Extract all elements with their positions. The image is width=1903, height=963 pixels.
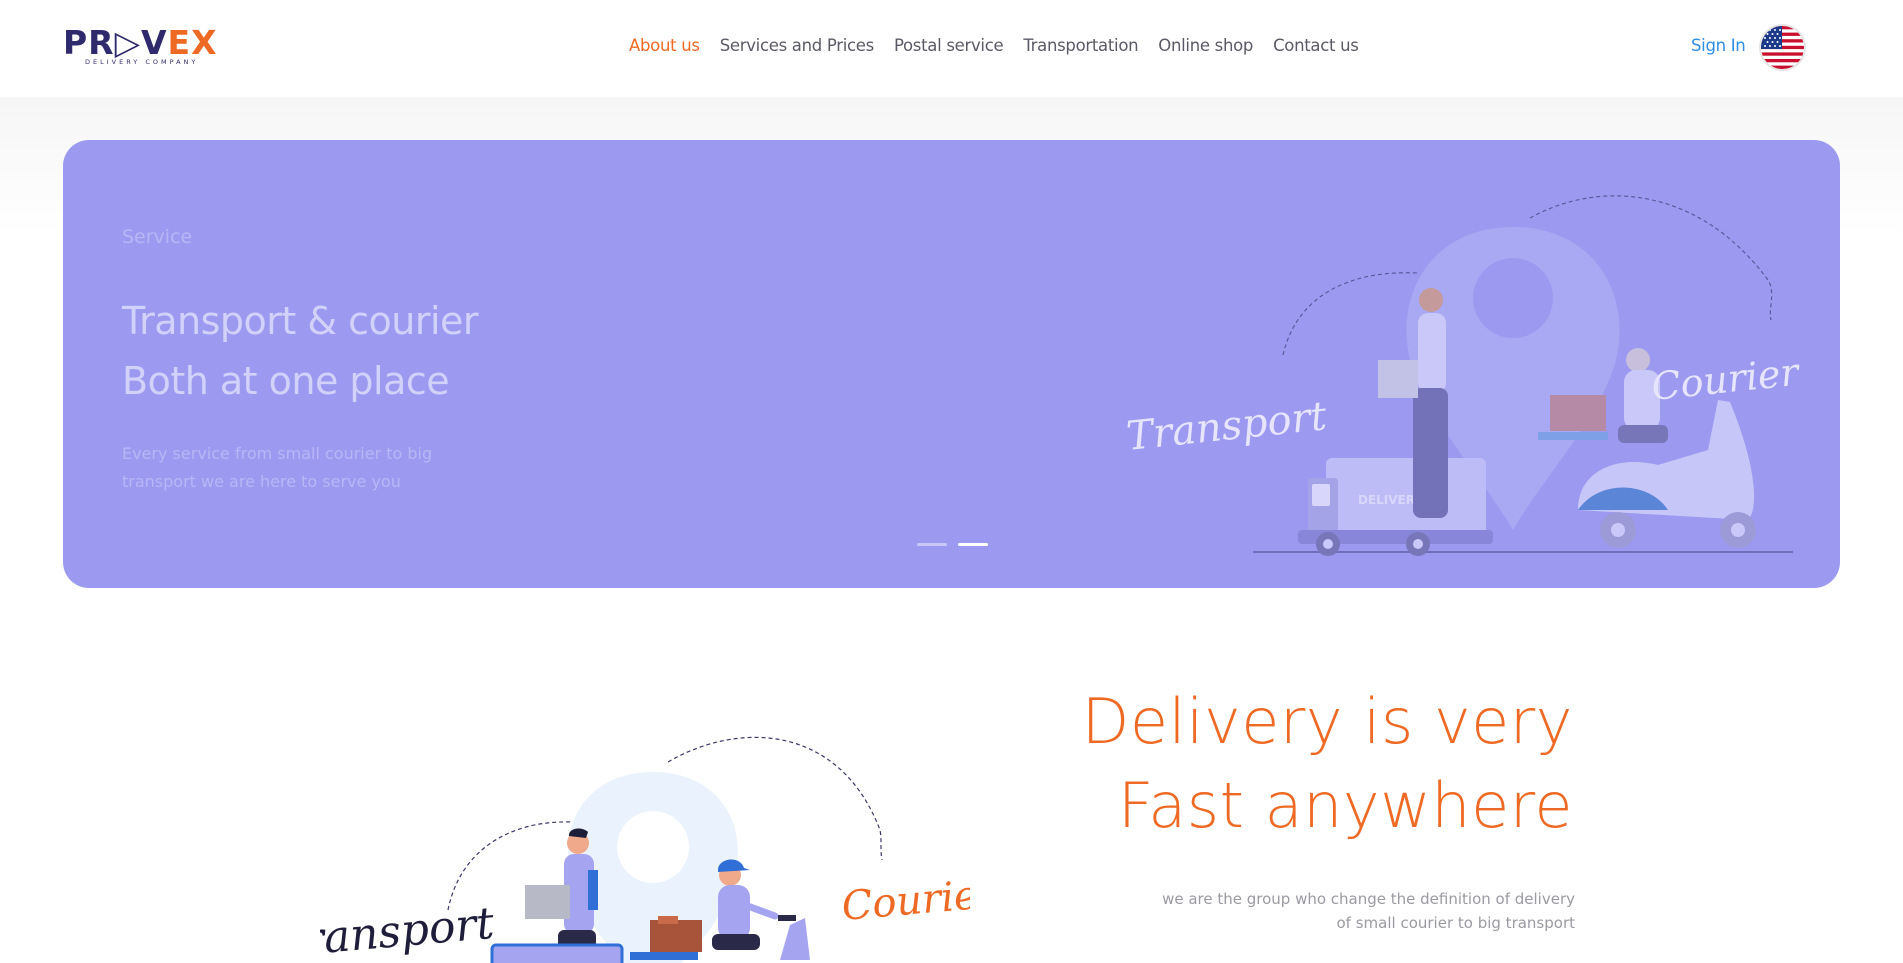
intro-subtext: we are the group who change the definiti…	[1162, 890, 1575, 932]
hero-banner: Service Transport & courier Both at one …	[63, 140, 1840, 588]
hero-word-transport: Transport	[1124, 393, 1329, 460]
nav-postal-service[interactable]: Postal service	[884, 36, 1013, 55]
slider-dot-1[interactable]	[917, 543, 947, 546]
logo-tagline: DELIVERY COMPANY	[85, 58, 199, 66]
hero-title-line1: Transport & courier	[122, 299, 479, 343]
hero-description: Every service from small courier to big …	[122, 444, 433, 491]
main-nav: About us Services and Prices Postal serv…	[629, 36, 1369, 55]
logo[interactable]: PR▷VEX DELIVERY COMPANY	[63, 26, 223, 68]
intro-headline: Delivery is very Fast anywhere	[1020, 680, 1573, 848]
intro-headline-line2: Fast anywhere	[1117, 769, 1573, 842]
intro-word-courier: Courier	[840, 870, 970, 930]
logo-ex: EX	[167, 23, 218, 62]
logo-pro: PR	[63, 23, 115, 62]
logo-v: V	[141, 23, 168, 62]
intro-delivery-illustration: Transport Courier	[320, 736, 970, 963]
nav-contact-us[interactable]: Contact us	[1263, 36, 1369, 55]
hero-title: Transport & courier Both at one place	[122, 291, 479, 411]
hero-kicker: Service	[122, 226, 193, 248]
us-flag-icon[interactable]	[1761, 26, 1804, 69]
logo-wordmark: PR▷VEX	[63, 26, 223, 60]
logo-arrow-o: ▷	[114, 23, 141, 62]
nav-online-shop[interactable]: Online shop	[1148, 36, 1263, 55]
intro-word-transport: Transport	[320, 898, 496, 963]
slider-pagination	[917, 543, 988, 546]
hero-delivery-illustration: DELIVERY Transport Courier	[1124, 195, 1803, 556]
slider-dot-2[interactable]	[958, 543, 988, 546]
intro-headline-line1: Delivery is very	[1081, 685, 1573, 758]
sign-in-link[interactable]: Sign In	[1691, 36, 1746, 55]
hero-title-line2: Both at one place	[122, 359, 450, 403]
nav-transportation[interactable]: Transportation	[1013, 36, 1148, 55]
hero-word-courier: Courier	[1649, 349, 1803, 408]
nav-about-us[interactable]: About us	[629, 36, 710, 55]
nav-services-prices[interactable]: Services and Prices	[710, 36, 884, 55]
